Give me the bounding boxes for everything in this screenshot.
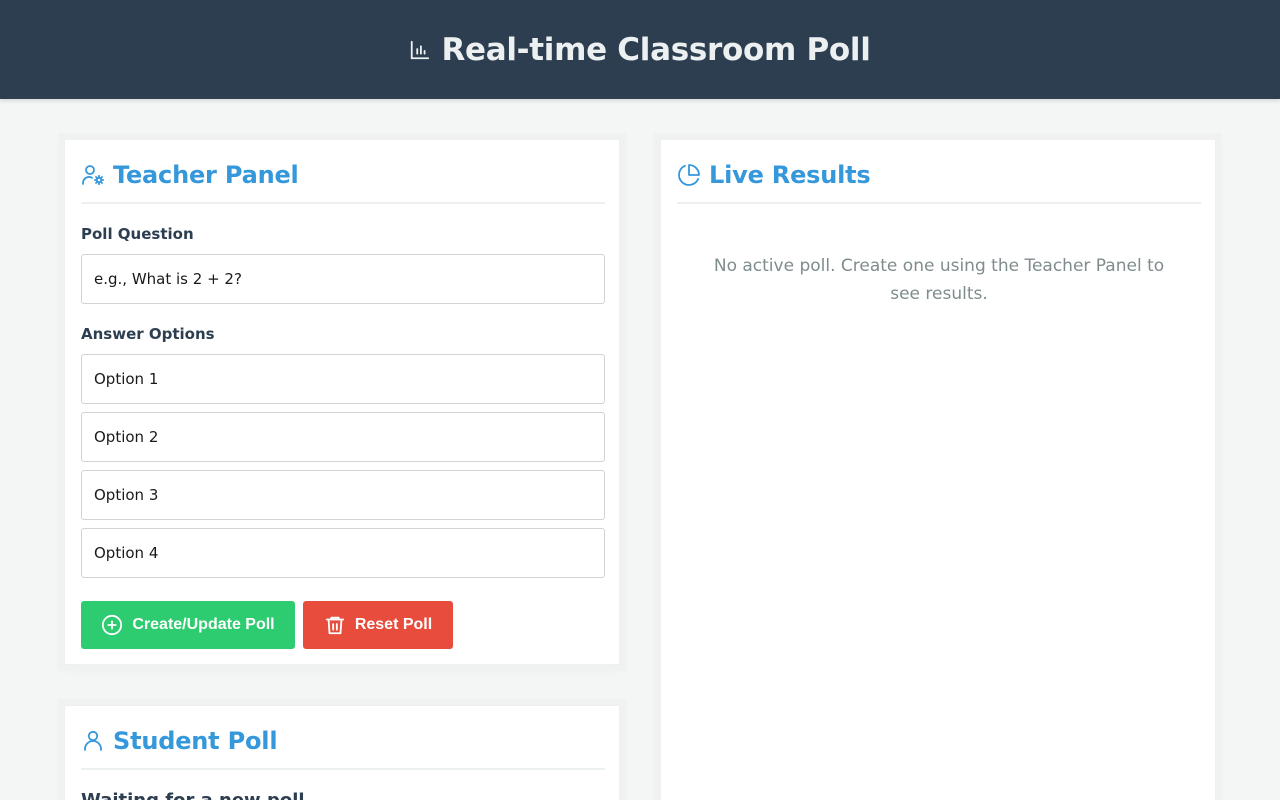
reset-poll-button[interactable]: Reset Poll (303, 601, 453, 649)
student-panel-title: Student Poll (113, 727, 278, 755)
teacher-panel-title: Teacher Panel (113, 161, 299, 189)
app-title: Real-time Classroom Poll (409, 31, 871, 68)
results-panel-title: Live Results (709, 161, 871, 189)
student-poll-status: Waiting for a new poll... (81, 790, 325, 800)
plus-circle-icon (102, 614, 123, 636)
answer-options-label: Answer Options (81, 325, 215, 343)
teacher-panel-header: Teacher Panel (81, 158, 605, 204)
option-2-input[interactable] (81, 412, 605, 462)
user-icon (84, 730, 102, 751)
option-1-input[interactable] (81, 354, 605, 404)
student-panel-header: Student Poll (81, 724, 605, 770)
no-poll-message: No active poll. Create one using the Tea… (713, 256, 1165, 304)
trash-icon (325, 616, 344, 635)
page-title: Real-time Classroom Poll (441, 31, 871, 68)
results-panel-header: Live Results (677, 158, 1201, 204)
poll-question-label: Poll Question (81, 225, 194, 243)
teacher-panel: Teacher Panel Poll Question Answer Optio… (64, 139, 620, 665)
pie-chart-icon (678, 164, 700, 186)
option-3-input[interactable] (81, 470, 605, 520)
results-panel: Live Results No active poll. Create one … (660, 139, 1216, 800)
option-4-input[interactable] (81, 528, 605, 578)
create-poll-label: Create/Update Poll (132, 616, 275, 633)
poll-question-input[interactable] (81, 254, 605, 304)
create-poll-button[interactable]: Create/Update Poll (81, 601, 295, 649)
student-panel: Student Poll Waiting for a new poll... (64, 705, 620, 800)
reset-poll-label: Reset Poll (354, 616, 433, 633)
bar-chart-icon (411, 40, 430, 59)
app-header: Real-time Classroom Poll (0, 0, 1280, 99)
user-cog-icon (82, 165, 105, 186)
